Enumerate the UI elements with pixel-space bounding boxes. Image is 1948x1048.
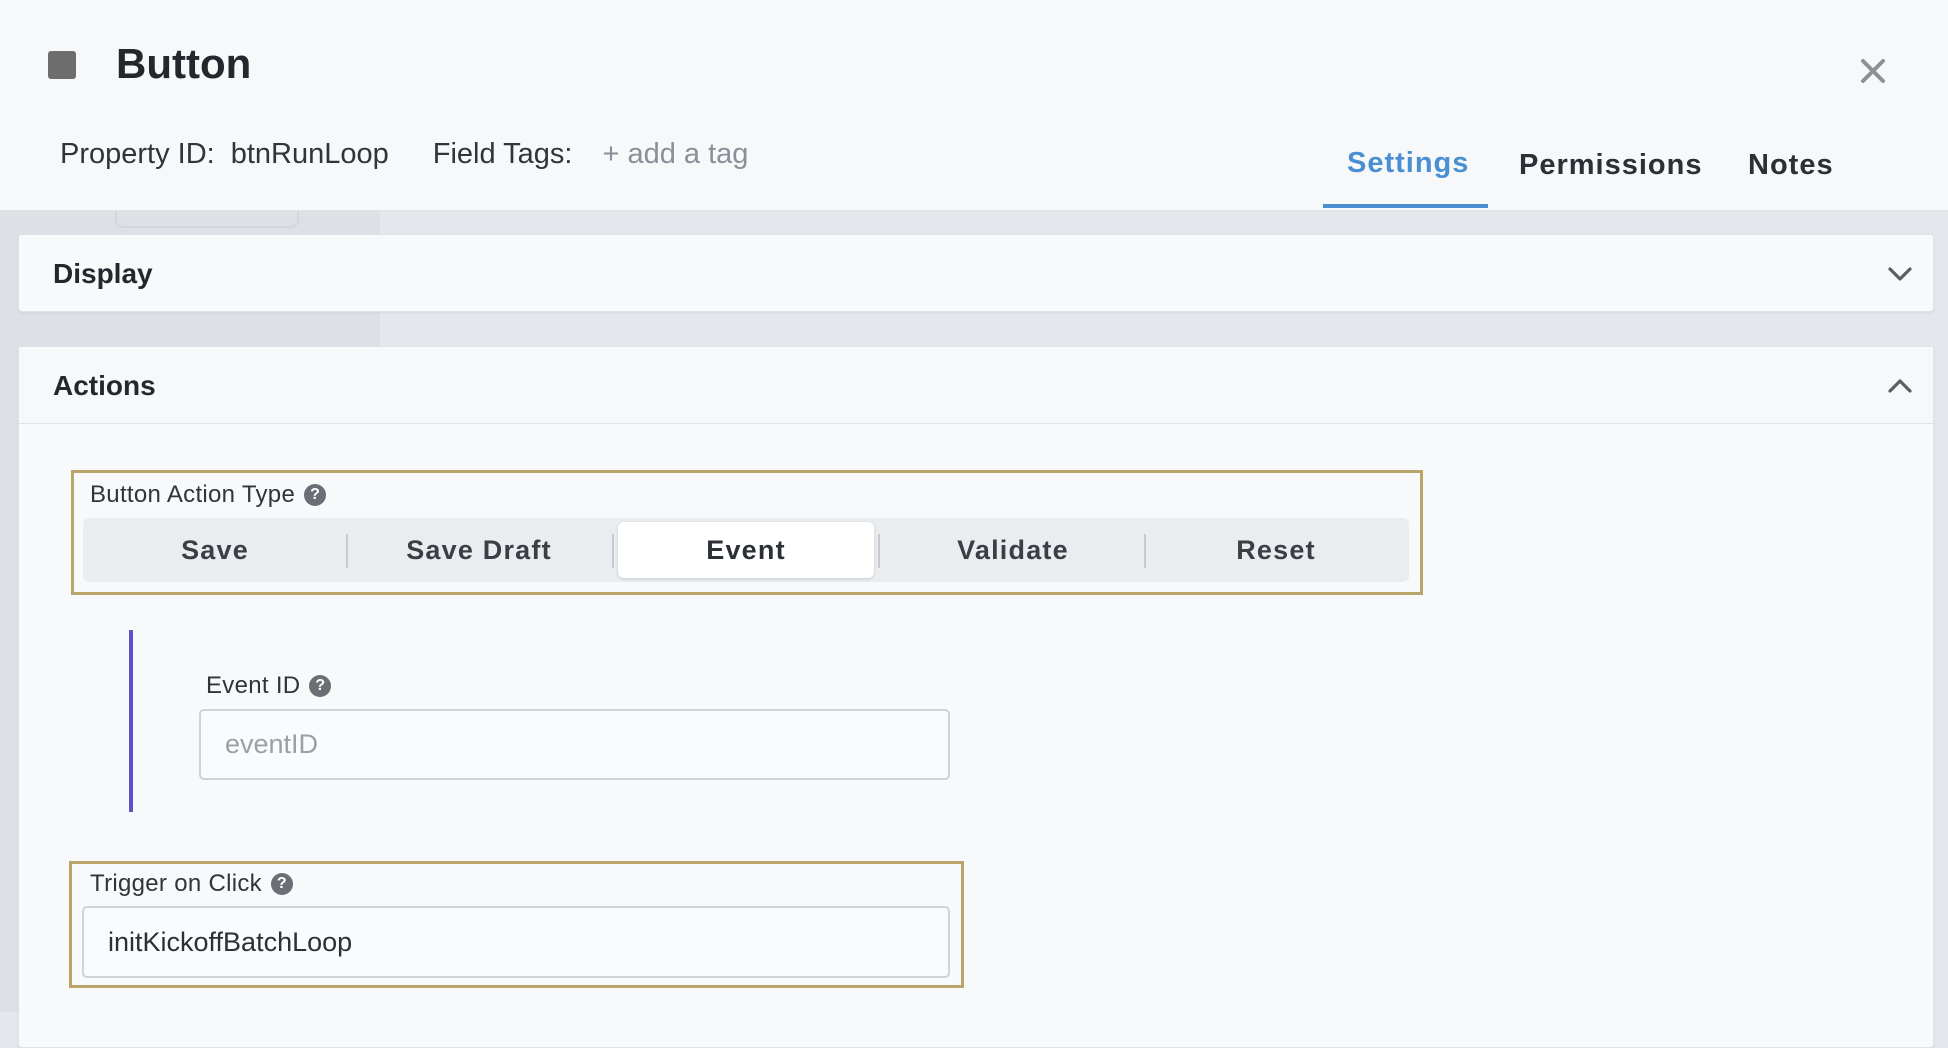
segment-save[interactable]: Save [87,522,343,578]
section-display-title: Display [53,258,153,289]
help-icon[interactable]: ? [309,675,332,697]
event-id-label: Event ID ? [206,672,332,700]
segment-event[interactable]: Event [618,522,874,578]
chevron-up-icon[interactable] [1885,371,1915,401]
segment-divider [612,534,614,568]
section-actions-header[interactable]: Actions [19,347,1933,424]
segment-validate[interactable]: Validate [882,522,1144,578]
help-icon[interactable]: ? [270,873,293,895]
tab-permissions[interactable]: Permissions [1519,149,1702,182]
segment-divider [346,534,348,568]
segment-reset[interactable]: Reset [1148,522,1404,578]
field-tags-label: Field Tags: [432,138,573,170]
close-icon [1861,59,1885,83]
segment-save-draft[interactable]: Save Draft [350,522,608,578]
property-id-value: btnRunLoop [230,138,389,170]
segment-divider [878,534,880,568]
tab-notes[interactable]: Notes [1748,149,1834,182]
component-type-icon [48,51,76,79]
section-actions-title: Actions [53,370,156,401]
event-id-input[interactable] [199,709,950,780]
trigger-on-click-label: Trigger on Click ? [90,870,293,898]
button-action-type-label: Button Action Type ? [90,481,327,509]
tab-settings[interactable]: Settings [1347,147,1469,180]
button-action-type-label-text: Button Action Type [90,481,296,508]
chevron-down-icon[interactable] [1885,259,1915,289]
event-id-label-text: Event ID [206,672,301,699]
trigger-on-click-input[interactable] [82,906,950,978]
button-action-type-selector: Save Save Draft Event Validate Reset [83,518,1409,582]
meta-row: Property ID: btnRunLoop Field Tags: + ad… [60,138,748,171]
active-tab-indicator [1323,204,1488,208]
page-title: Button [116,40,252,87]
section-display[interactable]: Display [18,234,1934,312]
close-button[interactable] [1850,48,1896,94]
modal-header: Button Property ID: btnRunLoop Field Tag… [0,0,1948,211]
add-tag-link[interactable]: + add a tag [602,138,748,171]
nested-indicator-bar [129,630,133,812]
property-id-label: Property ID: [60,138,215,170]
trigger-on-click-label-text: Trigger on Click [90,870,262,897]
help-icon[interactable]: ? [304,484,327,506]
segment-divider [1144,534,1146,568]
